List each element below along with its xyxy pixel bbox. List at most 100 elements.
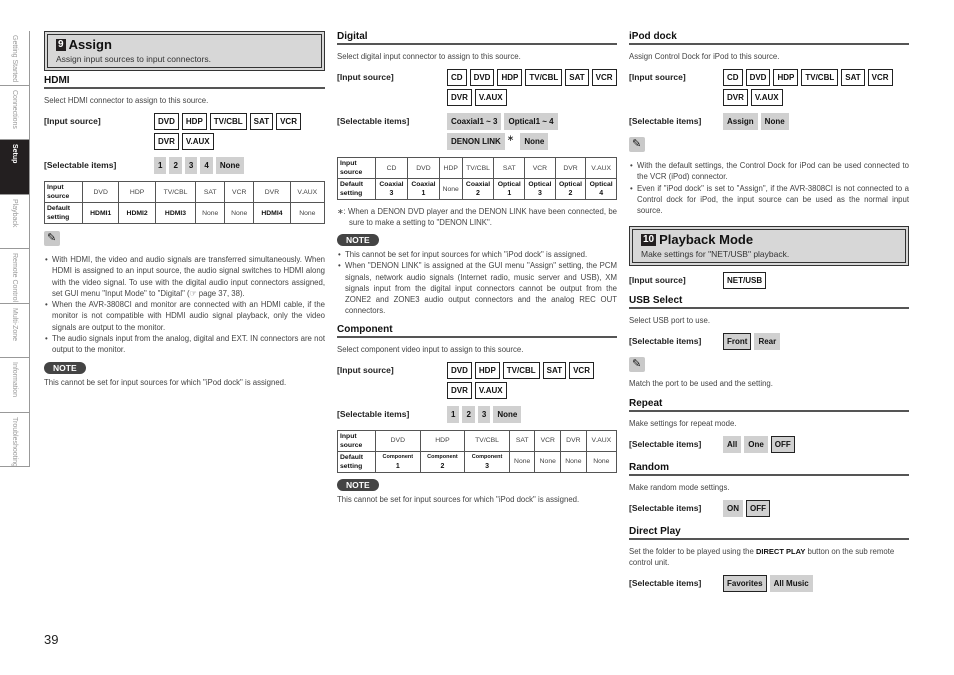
component-selectable-chips: 1 2 3 None [447,405,522,423]
side-tab-remote-control[interactable]: Remote Control [0,249,29,304]
option-chip-none: None [520,133,549,150]
table-cell: HDMI2 [118,202,156,224]
ipod-input-chips: CD DVD HDP TV/CBL SAT VCR DVR V.AUX [723,69,903,106]
option-chip-on: ON [723,500,743,518]
option-chip-1: 1 [154,157,167,174]
table-cell: None [224,202,255,224]
option-chip-off: OFF [770,436,795,454]
option-chip-2: 2 [462,405,475,423]
ipod-heading: iPod dock [629,31,909,45]
hdmi-tips-list: With HDMI, the video and audio signals a… [44,254,325,356]
cell-line: None [593,458,610,466]
page-number: 39 [44,632,59,647]
option-chip-dvd: DVD [154,113,179,130]
assign-title: Assign [68,37,112,52]
side-tab-playback[interactable]: Playback [0,195,29,249]
cell-line: Component [382,453,414,460]
cell-line: 2 [568,190,573,197]
option-chip-rear: Rear [754,333,781,351]
option-chip-dvr: DVR [447,381,472,399]
pencil-icon [44,231,60,246]
cell-line: Coaxial [465,181,491,188]
side-tab-setup[interactable]: Setup [0,140,29,195]
side-tab-information[interactable]: Information [0,358,29,413]
repeat-selectable-label: [Selectable items] [629,439,702,450]
side-tab-label: Information [11,362,18,398]
cell-line: Optical [589,181,613,188]
side-tab-troubleshooting[interactable]: Troubleshooting [0,413,29,467]
option-chip-none: None [493,405,522,423]
cell-line: Component [471,453,503,460]
direct-play-button-name: DIRECT PLAY [756,547,806,557]
table-cell: Coaxial 2 [461,178,495,200]
option-chip-sat: SAT [542,361,567,379]
row-header: Default setting [337,178,376,200]
table-cell: Optical 3 [524,178,556,200]
component-description: Select component video input to assign t… [337,344,524,354]
note-badge: NOTE [44,361,86,374]
direct-play-desc-text: Set the folder to be played using the [629,547,757,557]
ipod-tips-list: With the default settings, the Control D… [629,160,909,216]
side-tab-bar: Getting Started Connections Setup Playback R… [0,31,30,467]
cell-line: 1 [395,462,400,470]
bullet-item: When "DENON LINK" is assigned at the GUI… [337,260,617,316]
option-chip-cd: CD [447,69,467,86]
option-chip-sat: SAT [249,113,274,130]
table-row: Default setting Coaxial 3 Coaxial 1 None Coaxi… [337,178,617,200]
table-cell: V.AUX [585,157,617,179]
table-cell: None [585,450,618,473]
side-tab-multi-zone[interactable]: Multi-Zone [0,304,29,358]
table-cell: HDMI3 [154,202,197,224]
side-tab-label: Troubleshooting [11,416,18,467]
assign-subtitle: Assign input sources to input connectors… [56,54,211,64]
side-tab-connections[interactable]: Connections [0,86,29,140]
cell-line: 3 [485,462,490,470]
table-row: Input source CD DVD HDP TV/CBL SAT VCR DVR V.AUX [337,157,617,179]
random-heading: Random [629,462,909,477]
table-cell: DVD [406,157,440,179]
component-input-chips: DVD HDP TV/CBL SAT VCR DVR V.AUX [447,361,617,399]
row-header: Input source [337,157,376,179]
side-tab-getting-started[interactable]: Getting Started [0,31,29,86]
table-cell: None [534,450,562,473]
cell-line: 2 [476,190,480,197]
table-cell: DVR [253,181,291,203]
input-chip-net-usb: NET/USB [723,272,767,290]
option-chip-hdp: HDP [181,113,207,130]
option-chip-dvd: DVD [447,361,472,379]
option-chip-vcr: VCR [276,113,301,130]
column-right: iPod dock Assign Control Dock for iPod t… [629,31,909,593]
table-cell: Component 1 [375,450,421,473]
hdmi-note-text: This cannot be set for input sources for… [44,377,287,387]
ipod-input-label: [Input source] [629,72,686,82]
option-chip-3: 3 [184,157,198,174]
digital-input-label: [Input source] [337,72,394,82]
option-chip-hdp: HDP [474,361,500,379]
cell-line: 1 [421,190,426,197]
usb-select-description: Select USB port to use. [629,316,711,326]
table-cell: None [289,202,326,224]
cell-line: 3 [389,190,394,197]
row-header: Default setting [337,450,376,473]
cell-line: Optical [558,181,583,188]
assign-header-box: 9 Assign Assign input sources to input co… [44,31,325,71]
cell-line: 1 [507,190,512,197]
table-cell: V.AUX [289,181,326,203]
random-chips: ON OFF [723,500,770,518]
pencil-icon [629,137,645,152]
row-header: Input source [337,429,376,452]
option-chip-cd: CD [723,69,743,86]
table-cell: HDMI1 [81,202,120,224]
option-chip-all: All [723,436,742,454]
table-cell: VCR [224,181,255,203]
cell-line: 4 [599,190,604,197]
table-cell: Optical 1 [493,178,526,200]
component-selectable-label: [Selectable items] [337,408,410,419]
side-tab-label: Setup [11,144,18,164]
random-selectable-label: [Selectable items] [629,503,702,514]
ipod-selectable-label: [Selectable items] [629,116,702,126]
table-cell: Component 2 [419,450,466,473]
direct-play-heading: Direct Play [629,526,909,541]
option-chip-dvr: DVR [723,89,748,106]
bullet-item: When the AVR-3808CI and monitor are conn… [44,299,325,333]
